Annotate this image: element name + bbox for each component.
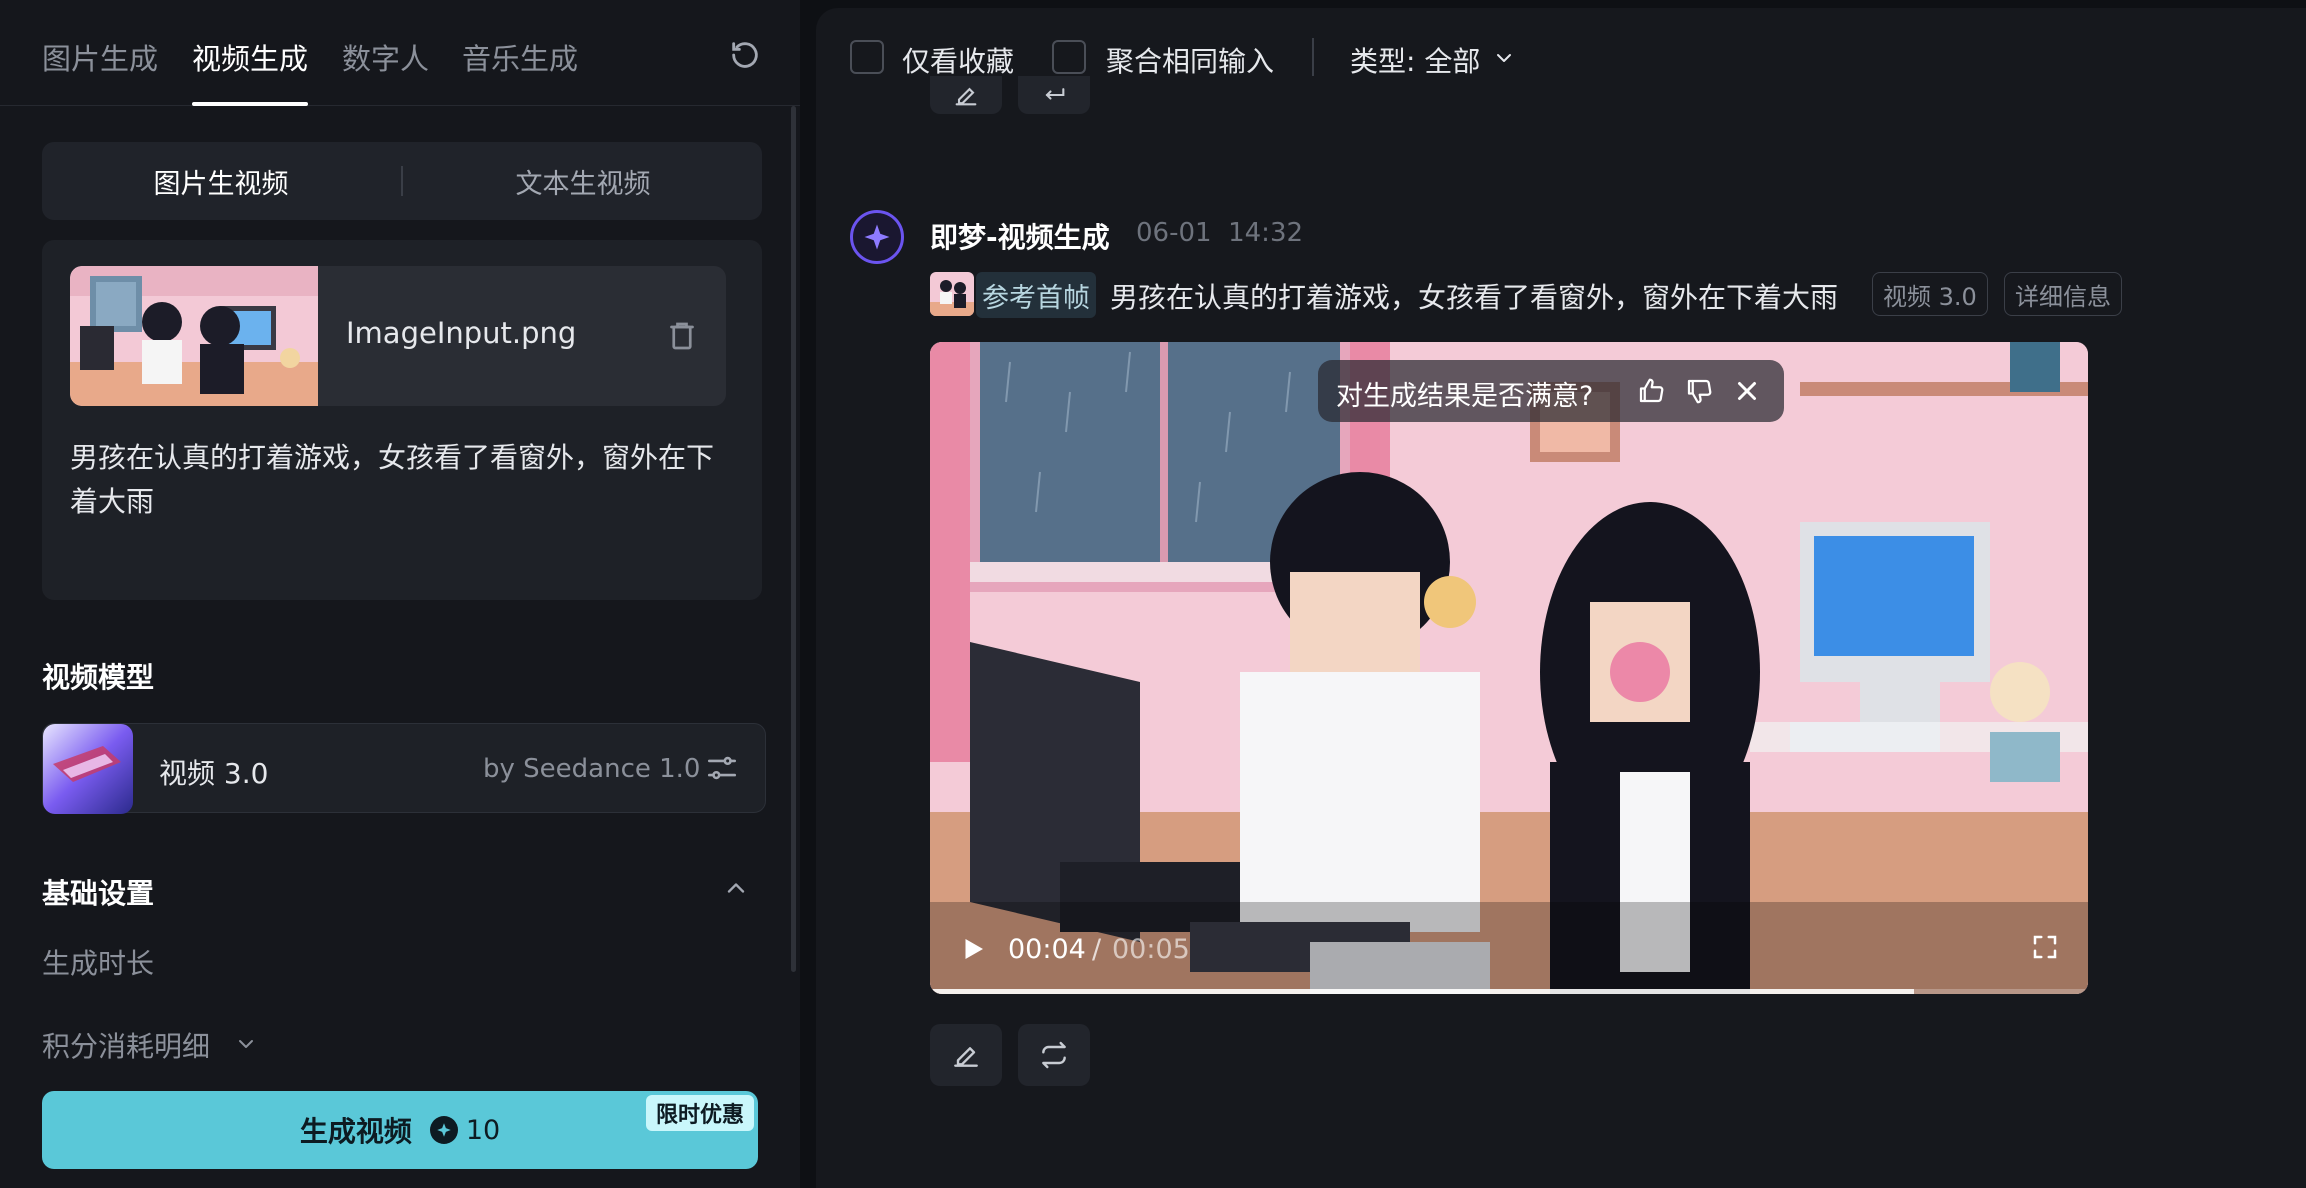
generate-video-button[interactable]: 生成视频 10 限时优惠 xyxy=(42,1091,758,1169)
generate-cost: 10 xyxy=(465,1114,501,1146)
duration-label: 生成时长 xyxy=(42,947,155,980)
sliders-icon[interactable] xyxy=(705,751,739,785)
message-time: 14:32 xyxy=(1228,218,1304,248)
message-date: 06-01 xyxy=(1136,218,1212,248)
tab-video-gen[interactable]: 视频生成 xyxy=(192,36,309,106)
close-icon[interactable] xyxy=(1732,376,1762,406)
model-provider: by Seedance 1.0 xyxy=(483,754,701,784)
regenerate-button[interactable] xyxy=(1018,1024,1090,1086)
video-progress-bar[interactable] xyxy=(930,989,2088,994)
text-to-video-tab[interactable]: 文本生视频 xyxy=(404,142,762,220)
basic-settings-title: 基础设置 xyxy=(42,877,155,910)
edit-icon xyxy=(955,87,977,106)
return-icon xyxy=(1045,88,1065,100)
file-name: ImageInput.png xyxy=(346,316,577,350)
tab-music-gen[interactable]: 音乐生成 xyxy=(462,36,578,106)
video-controls: 00:04 / 00:05 xyxy=(930,894,2088,994)
tab-digital-human[interactable]: 数字人 xyxy=(342,36,429,106)
regenerate-button-previous[interactable] xyxy=(1018,76,1090,114)
refresh-icon[interactable] xyxy=(728,38,762,72)
trash-icon[interactable] xyxy=(664,318,700,354)
promo-badge: 限时优惠 xyxy=(645,1095,754,1131)
message-prompt: 男孩在认真的打着游戏，女孩看了看窗外，窗外在下着大雨 xyxy=(1110,281,1839,314)
video-model-title: 视频模型 xyxy=(42,661,155,694)
credit-icon xyxy=(429,1116,458,1144)
type-filter-dropdown[interactable]: 类型: 全部 xyxy=(1350,40,1480,80)
reference-frame-thumbnail[interactable] xyxy=(930,272,974,316)
merge-checkbox[interactable] xyxy=(1052,40,1086,74)
thumbs-up-icon[interactable] xyxy=(1636,376,1666,406)
mode-divider xyxy=(401,166,403,196)
play-icon[interactable] xyxy=(958,934,988,964)
model-name: 视频 3.0 xyxy=(159,757,269,790)
current-time: 00:04 xyxy=(1008,934,1086,965)
generated-video[interactable]: 对生成结果是否满意? 00:04 / 00:05 xyxy=(930,342,2088,994)
prompt-input[interactable]: 男孩在认真的打着游戏，女孩看了看窗外，窗外在下着大雨 xyxy=(70,436,734,524)
sender-name: 即梦-视频生成 xyxy=(930,221,1110,254)
details-tag[interactable]: 详细信息 xyxy=(2004,272,2122,316)
feedback-prompt: 对生成结果是否满意? xyxy=(1318,360,1784,422)
uploaded-file: ImageInput.png xyxy=(70,266,726,406)
model-selector[interactable]: 视频 3.0 by Seedance 1.0 xyxy=(42,723,766,814)
generation-panel: 图片生成 视频生成 数字人 音乐生成 图片生视频 文本生视频 ImageInpu… xyxy=(0,0,800,1188)
model-tag[interactable]: 视频 3.0 xyxy=(1872,272,1988,316)
panel-scrollbar[interactable] xyxy=(791,106,796,972)
image-to-video-tab[interactable]: 图片生视频 xyxy=(42,142,400,220)
feedback-question: 对生成结果是否满意? xyxy=(1336,381,1594,412)
video-progress-fill xyxy=(930,989,1915,994)
sparkle-icon xyxy=(864,224,890,250)
mode-switch: 图片生视频 文本生视频 xyxy=(42,142,762,220)
tab-image-gen[interactable]: 图片生成 xyxy=(42,36,158,106)
model-thumbnail xyxy=(43,724,133,814)
assistant-avatar xyxy=(850,210,904,264)
credit-details-toggle[interactable]: 积分消耗明细 xyxy=(42,1025,210,1065)
time-separator: / xyxy=(1092,934,1102,965)
edit-button[interactable] xyxy=(930,1024,1002,1086)
chevron-down-icon[interactable] xyxy=(234,1032,258,1056)
filter-divider xyxy=(1312,38,1314,76)
total-time: 00:05 xyxy=(1112,934,1190,965)
regenerate-icon xyxy=(1042,1041,1066,1069)
reference-frame-tag: 参考首帧 xyxy=(976,272,1096,318)
chevron-down-icon[interactable] xyxy=(1492,46,1516,70)
uploaded-image-thumbnail[interactable] xyxy=(70,266,318,406)
results-feed: 仅看收藏 聚合相同输入 类型: 全部 即梦-视频生成 06-01 14:32 参… xyxy=(816,8,2306,1188)
generate-label: 生成视频 xyxy=(299,1115,412,1148)
message-timestamp: 06-01 14:32 xyxy=(1136,218,1303,248)
fullscreen-icon[interactable] xyxy=(2030,932,2060,962)
input-card: ImageInput.png 男孩在认真的打着游戏，女孩看了看窗外，窗外在下着大… xyxy=(42,240,762,600)
top-tabs: 图片生成 视频生成 数字人 音乐生成 xyxy=(0,0,800,106)
merge-label[interactable]: 聚合相同输入 xyxy=(1106,40,1274,80)
chevron-up-icon[interactable] xyxy=(722,874,750,902)
edit-button-previous[interactable] xyxy=(930,76,1002,114)
favorites-checkbox[interactable] xyxy=(850,40,884,74)
favorites-label[interactable]: 仅看收藏 xyxy=(902,40,1014,80)
thumbs-down-icon[interactable] xyxy=(1684,376,1714,406)
edit-icon xyxy=(954,1047,978,1067)
